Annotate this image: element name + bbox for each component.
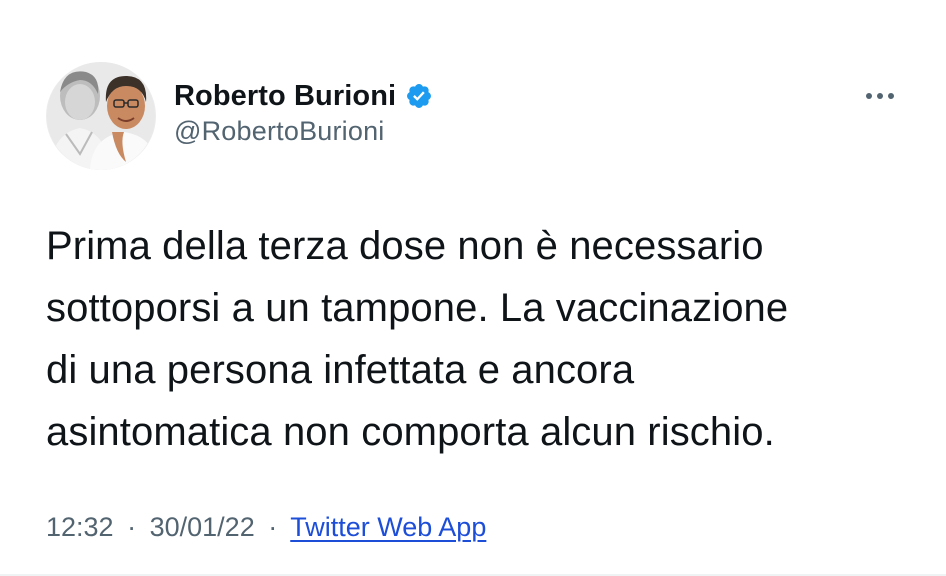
more-options-button[interactable] [856, 80, 904, 112]
tweet-metadata: 12:32 · 30/01/22 · Twitter Web App [46, 512, 486, 543]
avatar[interactable] [46, 62, 156, 170]
meta-separator: · [268, 512, 278, 542]
more-options-icon [877, 93, 883, 99]
avatar-image [47, 62, 155, 170]
display-name[interactable]: Roberto Burioni [174, 80, 396, 113]
tweet-date[interactable]: 30/01/22 [150, 512, 255, 542]
author-name-row: Roberto Burioni [174, 76, 433, 116]
verified-badge-icon [405, 82, 433, 110]
more-options-icon [888, 93, 894, 99]
meta-separator: · [127, 512, 137, 542]
more-options-icon [866, 93, 872, 99]
author-handle[interactable]: @RobertoBurioni [174, 116, 385, 147]
tweet-time[interactable]: 12:32 [46, 512, 114, 542]
source-link[interactable]: Twitter Web App [290, 512, 486, 542]
tweet-card: Roberto Burioni @RobertoBurioni Prima de… [0, 0, 946, 576]
tweet-text: Prima della terza dose non è necessario … [46, 224, 789, 454]
